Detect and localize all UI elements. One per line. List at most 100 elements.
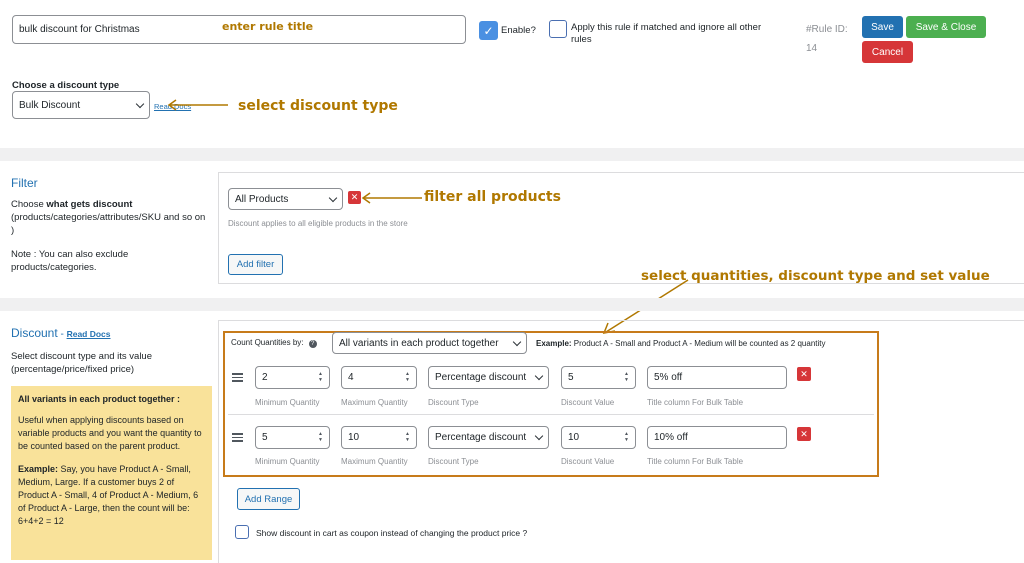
filter-note: Note : You can also exclude products/cat… xyxy=(11,249,129,273)
highlight-box xyxy=(223,331,879,477)
min-quantity-value: 2 xyxy=(262,372,268,383)
section-divider xyxy=(0,148,1024,161)
annotation-arrow-filter xyxy=(361,192,422,204)
rule-title-value: bulk discount for Christmas xyxy=(19,24,140,35)
cancel-button[interactable]: Cancel xyxy=(862,41,913,63)
min-quantity-label: Minimum Quantity xyxy=(255,457,320,466)
discount-value: 10 xyxy=(568,432,580,443)
discount-value: 5 xyxy=(568,372,574,383)
annotation-arrow-discount-type xyxy=(167,99,228,111)
count-by-label-text: Count Quantities by: xyxy=(231,338,304,347)
max-quantity-value: 4 xyxy=(348,372,354,383)
discount-value-label: Discount Value xyxy=(561,457,615,466)
discount-type-row-selected: Percentage discount xyxy=(435,372,527,383)
drag-handle-icon[interactable] xyxy=(232,373,243,382)
discount-type-select[interactable]: Bulk Discount xyxy=(12,91,150,119)
chevron-down-icon xyxy=(328,193,338,202)
max-quantity-label: Maximum Quantity xyxy=(341,398,408,407)
count-by-example-text: Product A - Small and Product A - Medium… xyxy=(571,339,826,348)
filter-description: Choose what gets discount (products/cate… xyxy=(11,198,206,237)
coupon-checkbox[interactable] xyxy=(235,525,249,539)
filter-title: Filter xyxy=(11,176,38,190)
add-filter-button[interactable]: Add filter xyxy=(228,254,283,275)
rule-id-label: #Rule ID: xyxy=(806,24,848,35)
filter-select[interactable]: All Products xyxy=(228,188,343,210)
max-quantity-input[interactable]: 4 ▲ ▼ xyxy=(341,366,417,389)
discount-type-row-select[interactable]: Percentage discount xyxy=(428,366,549,389)
save-button[interactable]: Save xyxy=(862,16,903,38)
min-quantity-value: 5 xyxy=(262,432,268,443)
remove-range-button[interactable]: ✕ xyxy=(797,427,811,441)
bulk-title-label: Title column For Bulk Table xyxy=(647,457,744,466)
close-icon: ✕ xyxy=(800,368,808,379)
filter-desc-bold: what gets discount xyxy=(46,199,133,210)
discount-description: Select discount type and its value (perc… xyxy=(11,351,153,375)
coupon-label: Show discount in cart as coupon instead … xyxy=(256,528,528,538)
filter-selected: All Products xyxy=(235,193,289,205)
discount-type-selected: Bulk Discount xyxy=(19,99,81,111)
count-by-select[interactable]: All variants in each product together xyxy=(332,332,527,354)
section-divider xyxy=(0,298,1024,311)
enable-label: Enable? xyxy=(501,25,536,36)
info-box: All variants in each product together : … xyxy=(11,386,212,560)
help-icon: ? xyxy=(308,340,317,348)
discount-type-row-select[interactable]: Percentage discount xyxy=(428,426,549,449)
apply-rule-checkbox[interactable] xyxy=(549,20,567,38)
check-icon: ✓ xyxy=(483,23,494,38)
close-icon: ✕ xyxy=(800,428,808,439)
info-title: All variants in each product together : xyxy=(18,394,181,404)
count-by-example: Example: Product A - Small and Product A… xyxy=(536,339,826,348)
discount-title: Discount xyxy=(11,326,58,340)
discount-type-label: Choose a discount type xyxy=(12,80,120,91)
discount-read-docs-link[interactable]: Read Docs xyxy=(67,329,111,339)
stepper-icon[interactable]: ▲ ▼ xyxy=(624,432,629,443)
add-range-button[interactable]: Add Range xyxy=(237,488,300,510)
filter-desc-suffix: (products/categories/attributes/SKU and … xyxy=(11,212,206,236)
bulk-title-value: 5% off xyxy=(654,372,683,383)
info-example: Example: Say, you have Product A - Small… xyxy=(18,463,205,528)
count-by-selected: All variants in each product together xyxy=(339,337,499,349)
apply-rule-label: Apply this rule if matched and ignore al… xyxy=(571,22,762,45)
annotation-select-discount-type: select discount type xyxy=(238,98,398,114)
stepper-icon[interactable]: ▲ ▼ xyxy=(318,432,323,443)
max-quantity-input[interactable]: 10 ▲ ▼ xyxy=(341,426,417,449)
chevron-down-icon xyxy=(512,337,522,346)
annotation-enter-rule-title: enter rule title xyxy=(222,20,314,33)
info-body: Useful when applying discounts based on … xyxy=(18,415,202,451)
stepper-icon[interactable]: ▲ ▼ xyxy=(405,432,410,443)
chevron-down-icon xyxy=(135,99,145,108)
discount-heading: Discount - Read Docs xyxy=(11,326,111,340)
rule-id-value: 14 xyxy=(806,43,818,54)
discount-type-col-label: Discount Type xyxy=(428,457,479,466)
count-by-example-label: Example: xyxy=(536,339,572,348)
enable-checkbox[interactable]: ✓ xyxy=(479,21,498,40)
min-quantity-input[interactable]: 5 ▲ ▼ xyxy=(255,426,330,449)
max-quantity-value: 10 xyxy=(348,432,360,443)
annotation-filter-all-products: filter all products xyxy=(424,189,561,205)
bulk-title-value: 10% off xyxy=(654,432,688,443)
bulk-title-label: Title column For Bulk Table xyxy=(647,398,744,407)
discount-type-row-selected: Percentage discount xyxy=(435,432,527,443)
bulk-title-input[interactable]: 10% off xyxy=(647,426,787,449)
remove-range-button[interactable]: ✕ xyxy=(797,367,811,381)
max-quantity-label: Maximum Quantity xyxy=(341,457,408,466)
discount-value-input[interactable]: 10 ▲ ▼ xyxy=(561,426,636,449)
filter-hint: Discount applies to all eligible product… xyxy=(228,219,408,228)
discount-value-label: Discount Value xyxy=(561,398,615,407)
stepper-icon[interactable]: ▲ ▼ xyxy=(405,372,410,383)
stepper-icon[interactable]: ▲ ▼ xyxy=(624,372,629,383)
count-by-label: Count Quantities by: ? xyxy=(231,338,317,348)
bulk-title-input[interactable]: 5% off xyxy=(647,366,787,389)
filter-desc-prefix: Choose xyxy=(11,199,47,210)
min-quantity-input[interactable]: 2 ▲ ▼ xyxy=(255,366,330,389)
range-divider xyxy=(228,414,874,415)
discount-type-col-label: Discount Type xyxy=(428,398,479,407)
chevron-down-icon xyxy=(534,371,544,381)
info-example-label: Example: xyxy=(18,464,59,474)
chevron-down-icon xyxy=(534,431,544,441)
save-close-button[interactable]: Save & Close xyxy=(906,16,986,38)
drag-handle-icon[interactable] xyxy=(232,433,243,442)
stepper-icon[interactable]: ▲ ▼ xyxy=(318,372,323,383)
discount-value-input[interactable]: 5 ▲ ▼ xyxy=(561,366,636,389)
min-quantity-label: Minimum Quantity xyxy=(255,398,320,407)
